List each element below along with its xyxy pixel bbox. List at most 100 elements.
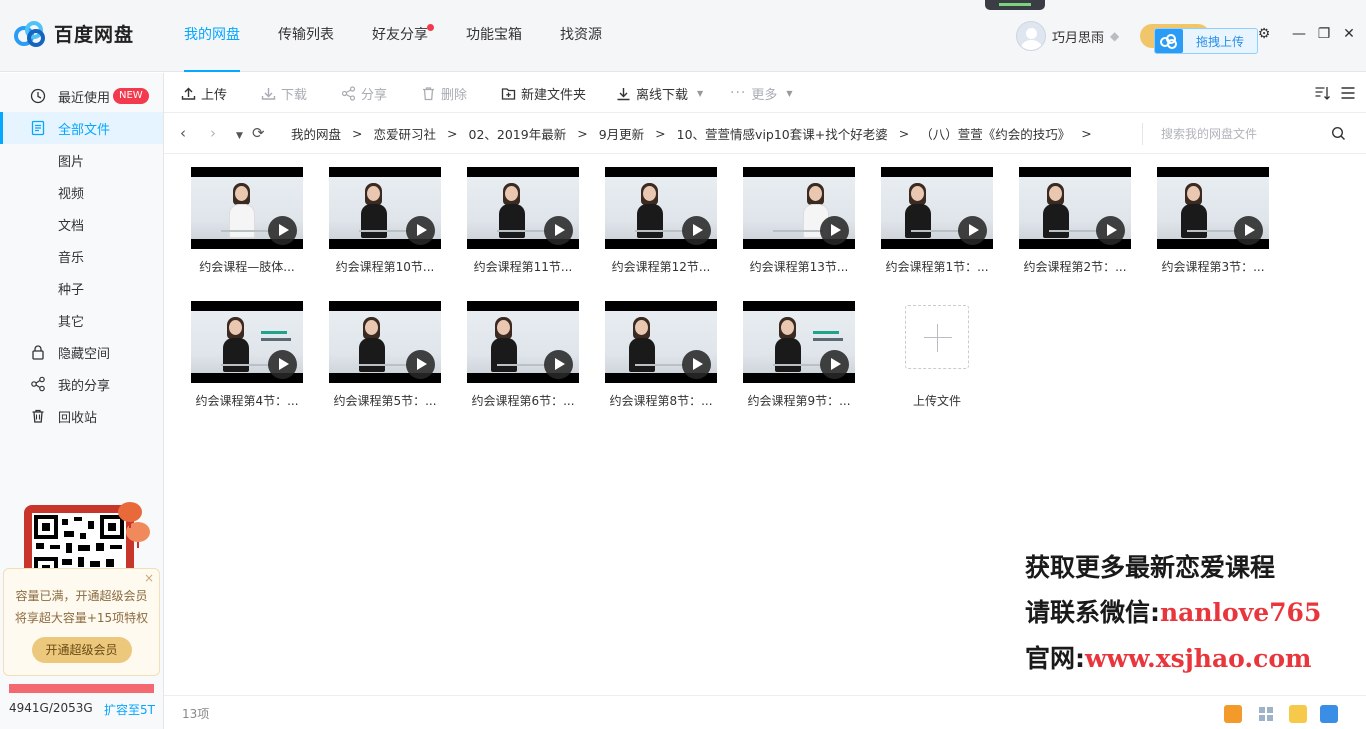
- play-icon[interactable]: [268, 216, 297, 245]
- file-tile[interactable]: 约会课程第4节：...: [186, 296, 308, 416]
- sidebar-item-recycle-bin[interactable]: 回收站: [0, 400, 163, 432]
- file-tile[interactable]: 约会课程—肢体...: [186, 162, 308, 282]
- file-name: 约会课程第11节...: [473, 260, 573, 274]
- play-icon[interactable]: [820, 216, 849, 245]
- refresh-icon[interactable]: ⟳: [252, 125, 265, 141]
- nav-transfer-list[interactable]: 传输列表: [262, 0, 350, 72]
- play-icon[interactable]: [1234, 216, 1263, 245]
- main-nav: 我的网盘 传输列表 好友分享 功能宝箱 找资源: [168, 0, 624, 72]
- sidebar-item-recent[interactable]: 最近使用 NEW: [0, 80, 163, 112]
- sidebar-item-other[interactable]: 其它: [0, 304, 163, 336]
- breadcrumb-item[interactable]: 9月更新: [599, 124, 644, 143]
- video-thumbnail: [743, 167, 855, 249]
- play-icon[interactable]: [958, 216, 987, 245]
- list-view-icon[interactable]: [1340, 85, 1356, 101]
- drag-upload-widget[interactable]: 拖拽上传: [1154, 28, 1258, 54]
- more-button[interactable]: ··· 更多 ▼: [730, 73, 793, 113]
- nav-toolbox[interactable]: 功能宝箱: [450, 0, 538, 72]
- vip-diamond-icon[interactable]: ◆: [1110, 30, 1124, 42]
- new-badge: NEW: [113, 88, 149, 104]
- sidebar-item-torrents[interactable]: 种子: [0, 272, 163, 304]
- search-icon[interactable]: [1331, 126, 1346, 141]
- download-button[interactable]: 下载: [261, 73, 307, 113]
- share-button[interactable]: 分享: [341, 73, 387, 113]
- upload-button[interactable]: 上传: [181, 73, 227, 113]
- nav-friend-share[interactable]: 好友分享: [356, 0, 444, 72]
- back-icon[interactable]: ‹: [180, 125, 186, 141]
- lock-icon[interactable]: [1320, 705, 1338, 723]
- video-thumbnail: [329, 301, 441, 383]
- file-tile[interactable]: 约会课程第12节...: [600, 162, 722, 282]
- play-icon[interactable]: [1096, 216, 1125, 245]
- offline-download-label: 离线下载: [636, 87, 689, 103]
- watermark-line-2: 请联系微信:nanlove765: [1025, 593, 1321, 629]
- user-info[interactable]: 巧月思雨 ◆: [1016, 21, 1124, 51]
- file-tile[interactable]: 约会课程第13节...: [738, 162, 860, 282]
- upload-arrow-icon[interactable]: [1289, 705, 1307, 723]
- new-folder-button[interactable]: 新建文件夹: [501, 73, 586, 113]
- play-icon[interactable]: [544, 350, 573, 379]
- play-icon[interactable]: [682, 216, 711, 245]
- nav-find-resources[interactable]: 找资源: [544, 0, 618, 72]
- forward-icon[interactable]: ›: [210, 125, 216, 141]
- breadcrumb-item[interactable]: 我的网盘: [291, 124, 341, 143]
- sidebar-item-hidden-space[interactable]: 隐藏空间: [0, 336, 163, 368]
- file-tile[interactable]: 约会课程第5节：...: [324, 296, 446, 416]
- breadcrumb-item[interactable]: 恋爱研习社: [374, 124, 437, 143]
- sidebar-item-music[interactable]: 音乐: [0, 240, 163, 272]
- file-tile[interactable]: 约会课程第9节：...: [738, 296, 860, 416]
- open-super-vip-button[interactable]: 开通超级会员: [31, 637, 132, 663]
- play-icon[interactable]: [820, 350, 849, 379]
- sort-icon[interactable]: [1314, 85, 1330, 101]
- sidebar-item-all-files[interactable]: 全部文件: [0, 112, 163, 144]
- file-tile[interactable]: 约会课程第6节：...: [462, 296, 584, 416]
- file-tile[interactable]: 约会课程第10节...: [324, 162, 446, 282]
- play-icon[interactable]: [406, 350, 435, 379]
- play-icon[interactable]: [406, 216, 435, 245]
- history-dropdown-icon[interactable]: ▼: [236, 128, 243, 144]
- delete-button[interactable]: 删除: [421, 73, 467, 113]
- nav-toolbox-label: 功能宝箱: [466, 27, 522, 43]
- delete-label: 删除: [441, 87, 468, 103]
- play-icon[interactable]: [544, 216, 573, 245]
- promo-close-icon[interactable]: ×: [144, 571, 154, 585]
- more-dots-icon: ···: [730, 85, 747, 101]
- sidebar-item-images[interactable]: 图片: [0, 144, 163, 176]
- offline-download-button[interactable]: 离线下载 ▼: [616, 73, 703, 113]
- breadcrumb-item[interactable]: 10、萱萱情感vip10套课+找个好老婆: [677, 124, 888, 143]
- file-tile[interactable]: 约会课程第3节：...: [1152, 162, 1274, 282]
- medal-icon[interactable]: [1224, 705, 1242, 723]
- play-icon[interactable]: [268, 350, 297, 379]
- sidebar-item-documents[interactable]: 文档: [0, 208, 163, 240]
- file-tile[interactable]: 约会课程第2节：...: [1014, 162, 1136, 282]
- breadcrumb-trailing-arrow[interactable]: >: [1081, 126, 1091, 141]
- play-icon[interactable]: [682, 350, 711, 379]
- maximize-icon[interactable]: ❐: [1314, 24, 1334, 44]
- plus-icon[interactable]: [905, 305, 969, 369]
- video-thumbnail: [1157, 167, 1269, 249]
- trash-icon: [32, 409, 44, 423]
- file-tile[interactable]: 约会课程第11节...: [462, 162, 584, 282]
- apps-grid-icon[interactable]: [1257, 705, 1275, 723]
- file-name: 约会课程第1节：...: [885, 260, 989, 274]
- file-tile[interactable]: 约会课程第8节：...: [600, 296, 722, 416]
- breadcrumb-item-current[interactable]: （八）萱萱《约会的技巧》: [920, 124, 1070, 143]
- nav-my-disk[interactable]: 我的网盘: [168, 0, 256, 72]
- drag-upload-label: 拖拽上传: [1195, 34, 1244, 49]
- new-folder-icon: [501, 87, 516, 100]
- minimize-icon[interactable]: —: [1289, 24, 1309, 44]
- file-tile[interactable]: 约会课程第1节：...: [876, 162, 998, 282]
- watermark-site-url: www.xsjhao.com: [1085, 644, 1312, 673]
- chevron-down-icon: ▼: [697, 88, 704, 98]
- sidebar-item-my-share[interactable]: 我的分享: [0, 368, 163, 400]
- expand-storage-link[interactable]: 扩容至5T: [104, 701, 155, 718]
- upload-file-tile[interactable]: 上传文件: [876, 296, 998, 416]
- avatar[interactable]: [1016, 21, 1046, 51]
- recording-indicator: [985, 0, 1045, 10]
- settings-icon[interactable]: ⚙: [1254, 24, 1274, 44]
- breadcrumb-item[interactable]: 02、2019年最新: [469, 124, 567, 143]
- sidebar-item-videos[interactable]: 视频: [0, 176, 163, 208]
- search-input[interactable]: [1161, 123, 1321, 145]
- close-icon[interactable]: ✕: [1339, 24, 1359, 44]
- app-logo[interactable]: 百度网盘: [14, 20, 134, 47]
